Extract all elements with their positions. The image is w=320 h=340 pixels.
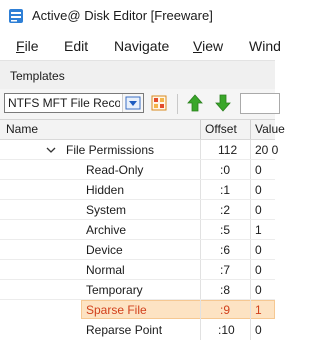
column-divider (250, 260, 251, 280)
column-divider (200, 300, 201, 320)
row-value: 0 (255, 203, 262, 217)
column-divider (250, 300, 251, 320)
table-row[interactable]: System :2 0 (0, 200, 275, 220)
down-arrow-icon[interactable] (214, 94, 232, 112)
row-value: 0 (255, 183, 262, 197)
row-offset: :0 (220, 163, 231, 177)
row-offset: :2 (220, 203, 231, 217)
table-row[interactable]: Temporary :8 0 (0, 280, 275, 300)
table-row-selected[interactable]: Sparse File :9 1 (0, 300, 275, 320)
row-name: System (86, 203, 127, 217)
table-row-group[interactable]: File Permissions 112 20 0 (0, 140, 279, 160)
up-arrow-icon[interactable] (186, 94, 204, 112)
column-divider (250, 220, 251, 240)
template-select-value: NTFS MFT File Recor (8, 96, 120, 110)
column-divider (200, 140, 201, 160)
menu-window[interactable]: Wind (249, 38, 281, 54)
column-divider (200, 160, 201, 180)
column-divider (200, 260, 201, 280)
row-value: 1 (255, 223, 262, 237)
column-divider[interactable] (250, 120, 251, 139)
column-divider (200, 200, 201, 220)
menu-file[interactable]: File (16, 38, 39, 54)
table-row[interactable]: Device :6 0 (0, 240, 275, 260)
grid-header: Name Offset Value (0, 120, 285, 140)
window-title: Active@ Disk Editor [Freeware] (32, 8, 213, 23)
row-name: Device (86, 243, 123, 257)
column-divider (200, 320, 201, 340)
row-offset: :8 (220, 283, 231, 297)
template-grid-icon[interactable] (150, 94, 168, 112)
row-offset: :6 (220, 243, 231, 257)
title-bar: Active@ Disk Editor [Freeware] (0, 0, 275, 32)
column-divider (200, 280, 201, 300)
row-name: Sparse File (86, 303, 147, 317)
row-name: File Permissions (66, 143, 155, 157)
column-header-name[interactable]: Name (6, 122, 38, 136)
templates-toolbar: NTFS MFT File Recor (0, 89, 280, 120)
table-row[interactable]: Normal :7 0 (0, 260, 275, 280)
column-divider (250, 180, 251, 200)
template-select[interactable]: NTFS MFT File Recor (4, 93, 144, 113)
row-value: 0 (255, 323, 262, 337)
menu-bar: File Edit Navigate View Wind (0, 32, 281, 60)
row-value: 20 0 (255, 143, 279, 157)
template-grid: Name Offset Value File Permissions 112 2… (0, 120, 285, 340)
column-divider (200, 240, 201, 260)
row-offset: :9 (220, 303, 231, 317)
column-divider (250, 280, 251, 300)
row-offset: :10 (218, 323, 235, 337)
row-offset: :5 (220, 223, 231, 237)
chevron-down-icon[interactable] (46, 145, 56, 155)
row-offset: :1 (220, 183, 231, 197)
templates-panel-header: Templates (0, 60, 275, 90)
menu-view[interactable]: View (193, 38, 223, 54)
row-name: Temporary (86, 283, 143, 297)
menu-edit[interactable]: Edit (64, 38, 88, 54)
row-value: 0 (255, 163, 262, 177)
disk-editor-icon (9, 9, 23, 23)
column-divider (250, 320, 251, 340)
toolbar-separator (177, 94, 178, 114)
row-value: 0 (255, 243, 262, 257)
row-offset: 112 (218, 143, 238, 157)
row-name: Archive (86, 223, 127, 237)
column-divider (250, 200, 251, 220)
dropdown-arrow-icon[interactable] (122, 94, 143, 112)
table-row[interactable]: Hidden :1 0 (0, 180, 275, 200)
row-name: Read-Only (86, 163, 144, 177)
table-row[interactable]: Read-Only :0 0 (0, 160, 275, 180)
row-name: Reparse Point (86, 323, 163, 337)
column-divider[interactable] (200, 120, 201, 139)
templates-title: Templates (10, 69, 65, 83)
row-value: 0 (255, 263, 262, 277)
column-divider (200, 220, 201, 240)
column-header-value[interactable]: Value (255, 122, 285, 136)
column-divider (250, 240, 251, 260)
table-row[interactable]: Archive :5 1 (0, 220, 275, 240)
column-divider (250, 160, 251, 180)
row-value: 1 (255, 303, 262, 317)
menu-navigate[interactable]: Navigate (114, 38, 169, 54)
row-name: Hidden (86, 183, 125, 197)
table-row[interactable]: Reparse Point :10 0 (0, 320, 275, 340)
row-name: Normal (86, 263, 125, 277)
search-input[interactable] (240, 93, 280, 114)
row-offset: :7 (220, 263, 231, 277)
column-divider (200, 180, 201, 200)
column-divider (250, 140, 251, 160)
column-header-offset[interactable]: Offset (205, 122, 237, 136)
row-value: 0 (255, 283, 262, 297)
